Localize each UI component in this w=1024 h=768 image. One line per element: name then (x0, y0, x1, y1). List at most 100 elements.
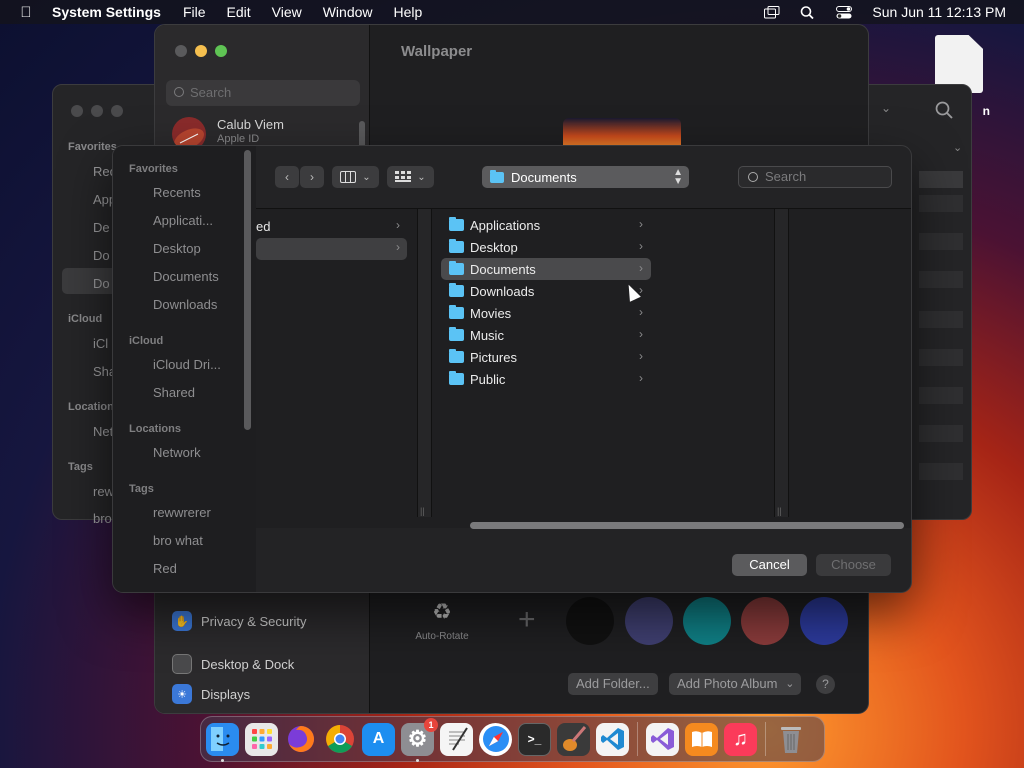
finder-chevron-icon[interactable]: ⌄ (953, 141, 962, 154)
column-resize-handle-icon[interactable]: || (420, 506, 425, 516)
vscode-icon[interactable] (596, 722, 629, 756)
finder-sidebar-item[interactable]: bro (93, 511, 112, 526)
finder-list-row[interactable] (919, 463, 963, 480)
color-swatch[interactable] (683, 597, 731, 645)
control-center-icon[interactable] (836, 5, 853, 19)
finder-search-icon[interactable] (935, 101, 953, 119)
color-swatch[interactable] (800, 597, 848, 645)
terminal-icon[interactable]: >_ (518, 722, 551, 756)
firefox-icon[interactable] (284, 723, 317, 756)
previous-column-selection[interactable] (256, 238, 407, 260)
folder-row-music[interactable]: Music › (441, 324, 651, 346)
folder-row-movies[interactable]: Movies › (441, 302, 651, 324)
textedit-icon[interactable] (440, 722, 473, 756)
settings-close-button[interactable] (175, 45, 187, 57)
folder-row-downloads[interactable]: Downloads › (441, 280, 651, 302)
finder-sidebar-item[interactable]: Net (93, 424, 113, 439)
menu-clock[interactable]: Sun Jun 11 12:13 PM (872, 4, 1006, 20)
sidebar-item-network[interactable]: Network (153, 445, 201, 460)
add-photo-album-button[interactable]: Add Photo Album ⌄ (669, 673, 802, 695)
folder-row-public[interactable]: Public › (441, 368, 651, 390)
finder-list-row[interactable] (919, 311, 963, 328)
app-store-icon[interactable]: A (362, 722, 395, 756)
finder-close-button[interactable] (71, 105, 83, 117)
color-swatch[interactable] (741, 597, 789, 645)
spotlight-search-icon[interactable] (800, 5, 816, 19)
chrome-icon[interactable] (323, 723, 356, 756)
finder-sidebar-item[interactable]: rew (93, 484, 114, 499)
finder-list-row[interactable] (919, 171, 963, 188)
books-icon[interactable] (685, 722, 718, 756)
color-swatch[interactable] (625, 597, 673, 645)
sidebar-item-privacy-security[interactable]: ✋ Privacy & Security (172, 611, 306, 631)
auto-rotate-option[interactable]: ♻ Auto-Rotate (395, 599, 489, 642)
previous-column-item[interactable]: ed (256, 219, 270, 234)
finder-sidebar-item[interactable]: iCl (93, 336, 108, 351)
sidebar-item-downloads[interactable]: Downloads (153, 297, 217, 312)
safari-icon[interactable] (479, 722, 512, 756)
column-resize-handle-icon[interactable]: || (777, 506, 782, 516)
choose-button[interactable]: Choose (816, 554, 891, 576)
trash-icon[interactable] (774, 723, 807, 756)
folder-row-pictures[interactable]: Pictures › (441, 346, 651, 368)
add-folder-button[interactable]: Add Folder... (568, 673, 658, 695)
sidebar-item-shared[interactable]: Shared (153, 385, 195, 400)
settings-search-input[interactable]: Search (166, 80, 360, 106)
sidebar-item-documents[interactable]: Documents (153, 269, 219, 284)
sidebar-item-icloud-drive[interactable]: iCloud Dri... (153, 357, 221, 372)
sidebar-item-desktop-dock[interactable]: Desktop & Dock (172, 654, 294, 674)
finder-list-row[interactable] (919, 425, 963, 442)
settings-zoom-button[interactable] (215, 45, 227, 57)
location-popup[interactable]: Documents ▲ ▼ (482, 166, 689, 188)
sidebar-tag-bro-what[interactable]: bro what (153, 533, 203, 548)
menu-edit[interactable]: Edit (227, 4, 251, 20)
sidebar-scrollbar[interactable] (244, 150, 251, 430)
system-settings-icon[interactable]: ⚙ 1 (401, 717, 438, 762)
add-color-icon[interactable]: + (518, 603, 536, 637)
finder-sidebar-item[interactable]: De (93, 220, 110, 235)
finder-sidebar-item[interactable]: Do (93, 276, 110, 291)
sidebar-tag-rewwrerer[interactable]: rewwrerer (153, 505, 211, 520)
column-view-button[interactable]: ⌄ (332, 166, 379, 188)
menu-file[interactable]: File (183, 4, 206, 20)
visual-studio-icon[interactable] (646, 722, 679, 756)
sidebar-item-applications[interactable]: Applicati... (153, 213, 213, 228)
color-swatch[interactable] (566, 597, 614, 645)
finder-chevron-down-icon[interactable]: ⌄ (881, 101, 891, 115)
finder-icon[interactable] (206, 722, 239, 762)
finder-list-row[interactable] (919, 349, 963, 366)
forward-button[interactable]: › (300, 166, 324, 188)
finder-list-row[interactable] (919, 271, 963, 288)
screen-mirroring-icon[interactable] (764, 5, 780, 19)
help-button[interactable]: ? (816, 675, 835, 694)
menu-view[interactable]: View (272, 4, 302, 20)
group-view-button[interactable]: ⌄ (387, 166, 434, 188)
menu-help[interactable]: Help (394, 4, 423, 20)
folder-row-documents[interactable]: Documents › (441, 258, 651, 280)
sidebar-item-displays[interactable]: ☀ Displays (172, 684, 250, 704)
menu-window[interactable]: Window (323, 4, 373, 20)
finder-zoom-button[interactable] (111, 105, 123, 117)
apple-menu-icon[interactable]:  (0, 4, 52, 21)
settings-minimize-button[interactable] (195, 45, 207, 57)
finder-list-row[interactable] (919, 233, 963, 250)
menu-app-name[interactable]: System Settings (52, 4, 161, 20)
finder-list-row[interactable] (919, 195, 963, 212)
back-button[interactable]: ‹ (275, 166, 299, 188)
cancel-button[interactable]: Cancel (732, 554, 807, 576)
finder-minimize-button[interactable] (91, 105, 103, 117)
dialog-search-input[interactable]: Search (738, 166, 892, 188)
sidebar-tag-red[interactable]: Red (153, 561, 177, 576)
sidebar-item-recents[interactable]: Recents (153, 185, 201, 200)
finder-sidebar-item[interactable]: Do (93, 248, 110, 263)
column-divider[interactable] (417, 209, 431, 517)
sidebar-item-desktop[interactable]: Desktop (153, 241, 201, 256)
music-icon[interactable]: ♫ (724, 722, 757, 756)
column-divider[interactable] (774, 209, 788, 517)
launchpad-icon[interactable] (245, 722, 278, 756)
folder-row-applications[interactable]: Applications › (441, 214, 651, 236)
garageband-icon[interactable] (557, 722, 590, 756)
apple-id-name[interactable]: Calub Viem (217, 117, 284, 132)
finder-list-row[interactable] (919, 387, 963, 404)
folder-row-desktop[interactable]: Desktop › (441, 236, 651, 258)
